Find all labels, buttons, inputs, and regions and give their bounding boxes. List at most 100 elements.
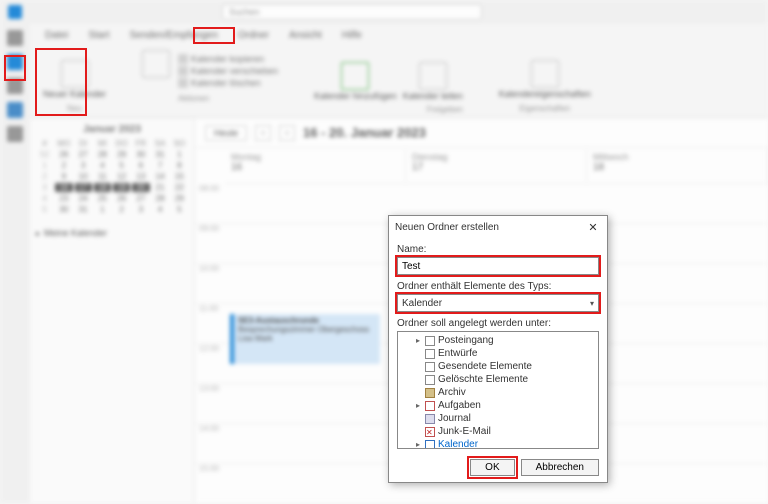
delete-calendar[interactable]: Kalender löschen xyxy=(178,78,278,88)
date-cell[interactable]: 14 xyxy=(152,172,169,181)
date-cell[interactable]: 21 xyxy=(152,183,169,192)
calendar-event[interactable]: SE3-Austauschrunde Besprechungszimmer Ob… xyxy=(230,314,380,364)
dialog-close-button[interactable]: ✕ xyxy=(585,219,601,235)
date-cell[interactable]: 4 xyxy=(36,194,53,203)
today-button[interactable]: Heute xyxy=(205,125,247,141)
date-cell[interactable]: 16 xyxy=(55,183,72,192)
tree-node-aufgaben[interactable]: ▸Aufgaben xyxy=(400,399,596,412)
cancel-button[interactable]: Abbrechen xyxy=(521,459,599,476)
date-cell[interactable]: 30 xyxy=(132,150,149,159)
tab-send-receive[interactable]: Senden/Empfangen xyxy=(124,28,222,43)
date-cell[interactable]: 18 xyxy=(94,183,111,192)
date-cell[interactable]: 28 xyxy=(94,150,111,159)
day-column: Dienstag17 xyxy=(406,148,587,183)
date-cell[interactable]: 3 xyxy=(132,205,149,214)
date-cell[interactable]: 26 xyxy=(55,150,72,159)
tree-node-entw-rfe[interactable]: Entwürfe xyxy=(400,347,596,360)
folder-tree[interactable]: ▸PosteingangEntwürfeGesendete ElementeGe… xyxy=(397,331,599,449)
type-select[interactable]: Kalender ▾ xyxy=(397,294,599,312)
add-calendar-label[interactable]: Kalender hinzufügen xyxy=(314,92,397,102)
people-icon[interactable] xyxy=(7,78,23,94)
date-cell[interactable]: 28 xyxy=(152,194,169,203)
date-cell[interactable]: 12 xyxy=(113,172,130,181)
tree-node-archiv[interactable]: Archiv xyxy=(400,386,596,399)
date-cell[interactable]: 2 xyxy=(113,205,130,214)
ribbon-new-calendar[interactable]: Neuer Kalender Neu xyxy=(35,46,114,117)
date-cell[interactable]: 20 xyxy=(132,183,149,192)
date-cell[interactable]: 31 xyxy=(75,205,92,214)
date-cell[interactable]: 1 xyxy=(171,150,188,159)
date-cell[interactable]: 10 xyxy=(75,172,92,181)
tasks-icon[interactable] xyxy=(7,102,23,118)
date-cell[interactable]: 5 xyxy=(171,205,188,214)
date-cell[interactable]: 3 xyxy=(75,161,92,170)
date-cell[interactable]: 4 xyxy=(152,205,169,214)
calendar-icon xyxy=(61,60,89,88)
date-cell[interactable]: 8 xyxy=(171,161,188,170)
ribbon: Neuer Kalender Neu Kalender kopieren Kal… xyxy=(0,46,768,118)
mail-icon[interactable] xyxy=(7,30,23,46)
tree-node-gesendete-elemente[interactable]: Gesendete Elemente xyxy=(400,360,596,373)
name-input[interactable] xyxy=(397,257,599,275)
tree-node-gel-schte-elemente[interactable]: Gelöschte Elemente xyxy=(400,373,596,386)
date-cell[interactable]: 15 xyxy=(171,172,188,181)
date-cell[interactable]: 52 xyxy=(36,150,53,159)
date-cell[interactable]: 26 xyxy=(113,194,130,203)
calendar-rail-icon[interactable] xyxy=(7,54,23,70)
date-cell[interactable]: 6 xyxy=(132,161,149,170)
tab-help[interactable]: Hilfe xyxy=(337,28,367,43)
date-cell[interactable]: 22 xyxy=(171,183,188,192)
day-number: 18 xyxy=(593,162,761,173)
date-cell[interactable]: 7 xyxy=(152,161,169,170)
prev-week-button[interactable]: ‹ xyxy=(255,125,271,141)
date-cell[interactable]: 31 xyxy=(152,150,169,159)
group-share-label: Freigeben xyxy=(427,105,463,114)
app-logo xyxy=(8,5,22,19)
date-cell[interactable]: 13 xyxy=(132,172,149,181)
date-cell[interactable]: 3 xyxy=(36,183,53,192)
rename-icon xyxy=(142,50,170,78)
dow-cell: MI xyxy=(94,139,111,148)
date-cell[interactable]: 25 xyxy=(94,194,111,203)
date-cell[interactable]: 27 xyxy=(132,194,149,203)
date-cell[interactable]: 1 xyxy=(94,205,111,214)
date-cell[interactable]: 5 xyxy=(36,205,53,214)
my-calendars[interactable]: Meine Kalender xyxy=(36,228,188,238)
ribbon-properties[interactable]: Kalendereigenschaften Eigenschaften xyxy=(491,46,599,117)
date-cell[interactable]: 9 xyxy=(55,172,72,181)
date-cell[interactable]: 2 xyxy=(36,172,53,181)
date-cell[interactable]: 30 xyxy=(55,205,72,214)
day-name: Montag xyxy=(231,152,399,162)
date-cell[interactable]: 17 xyxy=(75,183,92,192)
tree-node-journal[interactable]: Journal xyxy=(400,412,596,425)
search-placeholder: Suchen xyxy=(229,7,260,17)
tab-file[interactable]: Datei xyxy=(40,28,73,43)
date-cell[interactable]: 19 xyxy=(113,183,130,192)
date-cell[interactable]: 24 xyxy=(75,194,92,203)
date-cell[interactable]: 11 xyxy=(94,172,111,181)
new-calendar-label: Neuer Kalender xyxy=(43,90,106,100)
tree-node-junk-e-mail[interactable]: Junk-E-Mail xyxy=(400,425,596,438)
tree-node-posteingang[interactable]: ▸Posteingang xyxy=(400,334,596,347)
tab-view[interactable]: Ansicht xyxy=(284,28,327,43)
date-cell[interactable]: 29 xyxy=(113,150,130,159)
more-icon[interactable] xyxy=(7,126,23,142)
date-cell[interactable]: 4 xyxy=(94,161,111,170)
date-cell[interactable]: 5 xyxy=(113,161,130,170)
date-cell[interactable]: 23 xyxy=(55,194,72,203)
search-input[interactable]: Suchen xyxy=(222,4,482,20)
ok-button[interactable]: OK xyxy=(470,459,514,476)
junk-icon xyxy=(425,427,435,437)
date-cell[interactable]: 1 xyxy=(36,161,53,170)
tab-start[interactable]: Start xyxy=(83,28,114,43)
tree-node-kalender[interactable]: ▸Kalender xyxy=(400,438,596,449)
next-week-button[interactable]: › xyxy=(279,125,295,141)
tab-folder[interactable]: Ordner xyxy=(233,28,274,43)
date-cell[interactable]: 2 xyxy=(55,161,72,170)
share-calendar-label[interactable]: Kalender teilen xyxy=(403,92,463,102)
move-calendar[interactable]: Kalender verschieben xyxy=(178,66,278,76)
date-cell[interactable]: 29 xyxy=(171,194,188,203)
event-subtitle: Besprechungszimmer Obergeschoss Lisa Mar… xyxy=(238,325,376,343)
date-cell[interactable]: 27 xyxy=(75,150,92,159)
copy-calendar[interactable]: Kalender kopieren xyxy=(178,54,278,64)
